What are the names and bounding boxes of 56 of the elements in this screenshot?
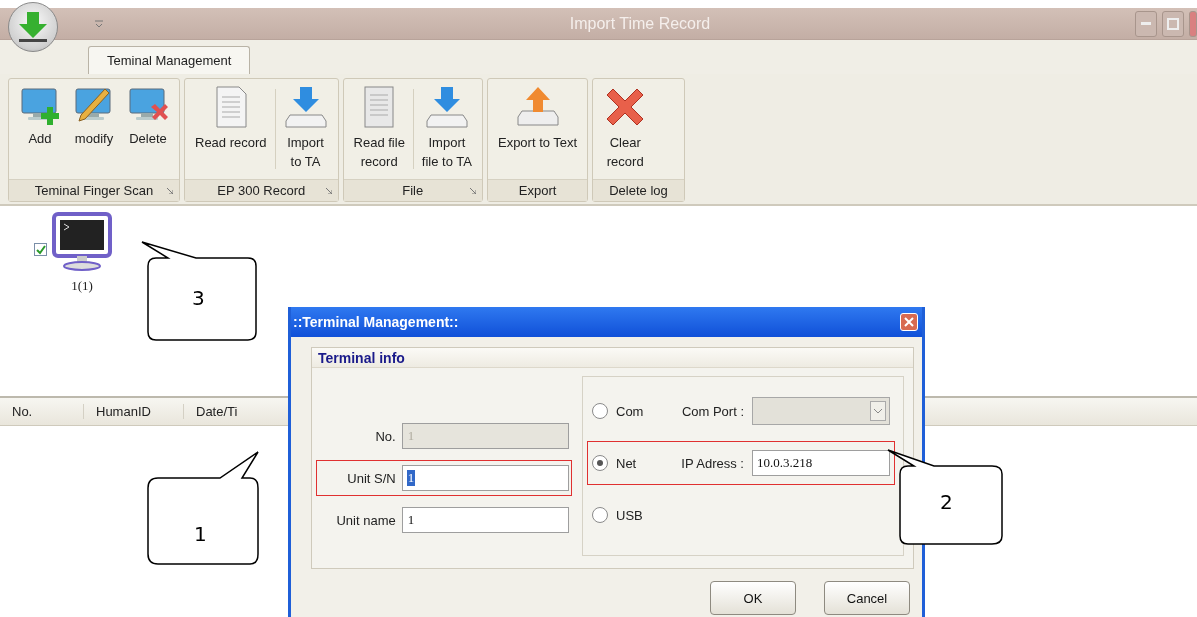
- minimize-button[interactable]: [1135, 10, 1157, 37]
- maximize-button[interactable]: [1162, 10, 1184, 37]
- field-label: IP Adress :: [680, 455, 744, 471]
- document-icon: [213, 85, 248, 129]
- group-label: Teminal Finger Scan: [34, 183, 154, 198]
- close-icon: [904, 317, 914, 327]
- minimize-icon: [1141, 21, 1151, 26]
- checkbox[interactable]: [34, 243, 47, 256]
- ribbon-tab[interactable]: Teminal Management: [88, 46, 251, 74]
- input-field[interactable]: 1: [401, 507, 569, 533]
- group-label: File: [402, 183, 424, 198]
- radio-label: Net: [616, 455, 638, 471]
- device-label: 1(1): [71, 278, 93, 294]
- callout-number: 1: [194, 522, 207, 546]
- dialog-launcher-icon[interactable]: [167, 188, 173, 194]
- field-label: Com Port :: [680, 403, 744, 419]
- dialog-launcher-icon[interactable]: [469, 188, 476, 194]
- maximize-icon: [1167, 17, 1179, 30]
- radio-button[interactable]: [592, 455, 608, 471]
- ribbon-button[interactable]: modify: [67, 81, 121, 177]
- ribbon-button[interactable]: Read record: [189, 81, 273, 177]
- ribbon-button[interactable]: Clear record: [597, 81, 654, 177]
- monitor-icon[interactable]: [51, 212, 113, 272]
- download-tray-icon: [283, 85, 328, 129]
- field-label: No.: [374, 428, 396, 444]
- dialog-launcher-icon[interactable]: [325, 188, 332, 194]
- ribbon-button[interactable]: Read file record: [347, 81, 411, 177]
- group-label: Export: [518, 183, 557, 198]
- ribbon-button[interactable]: Import file to TA: [415, 81, 478, 177]
- ribbon-button[interactable]: Export to Text: [491, 81, 584, 177]
- radio-label: USB: [616, 507, 644, 523]
- callout-number: 3: [192, 286, 205, 310]
- upload-tray-icon: [515, 85, 560, 129]
- ribbon-button[interactable]: Import to TA: [277, 81, 334, 177]
- radio-label: Com: [616, 403, 645, 419]
- input-field[interactable]: 10.0.3.218: [752, 450, 890, 476]
- group-label: Delete log: [609, 183, 668, 198]
- document-icon: [362, 85, 397, 129]
- column-header[interactable]: HumanID: [84, 404, 184, 419]
- download-arrow-icon: [16, 10, 50, 44]
- radio-button[interactable]: [592, 507, 608, 523]
- dialog-title: ::Terminal Management::: [293, 314, 459, 330]
- dialog-button[interactable]: Cancel: [824, 581, 910, 615]
- column-header[interactable]: No.: [0, 404, 84, 419]
- field-label: Unit name: [335, 512, 396, 528]
- input-field[interactable]: 1: [401, 465, 569, 491]
- group-label: EP 300 Record: [217, 183, 306, 198]
- ribbon-button[interactable]: Delete: [121, 81, 175, 177]
- ribbon-button[interactable]: Add: [13, 81, 67, 177]
- dialog-button[interactable]: OK: [710, 581, 796, 615]
- section-title: Terminal info: [312, 348, 913, 368]
- window-title: Import Time Record: [568, 14, 712, 33]
- field-label: Unit S/N: [346, 470, 396, 486]
- monitor-plus-icon: [19, 85, 61, 125]
- download-tray-icon: [424, 85, 469, 129]
- callout-number: 2: [940, 490, 953, 514]
